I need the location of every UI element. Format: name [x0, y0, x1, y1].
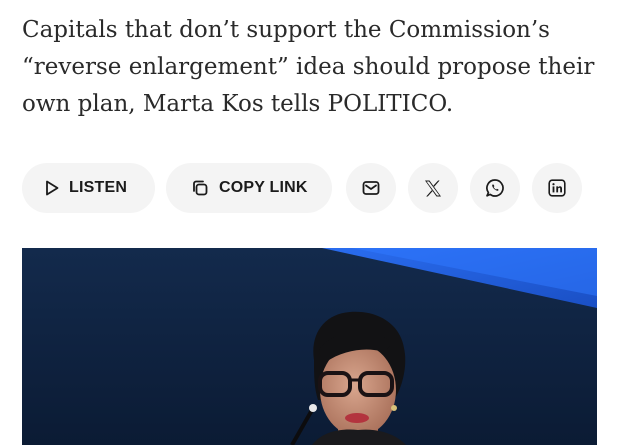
play-icon — [45, 180, 59, 196]
copy-link-label: COPY LINK — [219, 179, 308, 196]
copy-link-button[interactable]: COPY LINK — [166, 163, 332, 213]
share-bar: LISTEN COPY LINK — [22, 163, 582, 213]
whatsapp-share-button[interactable] — [470, 163, 520, 213]
listen-button[interactable]: LISTEN — [22, 163, 155, 213]
speaker-photo-illustration — [22, 248, 597, 445]
linkedin-icon — [548, 179, 566, 197]
linkedin-share-button[interactable] — [532, 163, 582, 213]
copy-icon — [191, 179, 209, 197]
article-photo — [22, 248, 597, 445]
listen-label: LISTEN — [69, 179, 128, 196]
envelope-icon — [362, 180, 380, 196]
article-subtitle: Capitals that don’t support the Commissi… — [22, 17, 595, 117]
email-share-button[interactable] — [346, 163, 396, 213]
whatsapp-icon — [485, 178, 505, 198]
x-logo-icon — [424, 180, 442, 197]
x-share-button[interactable] — [408, 163, 458, 213]
